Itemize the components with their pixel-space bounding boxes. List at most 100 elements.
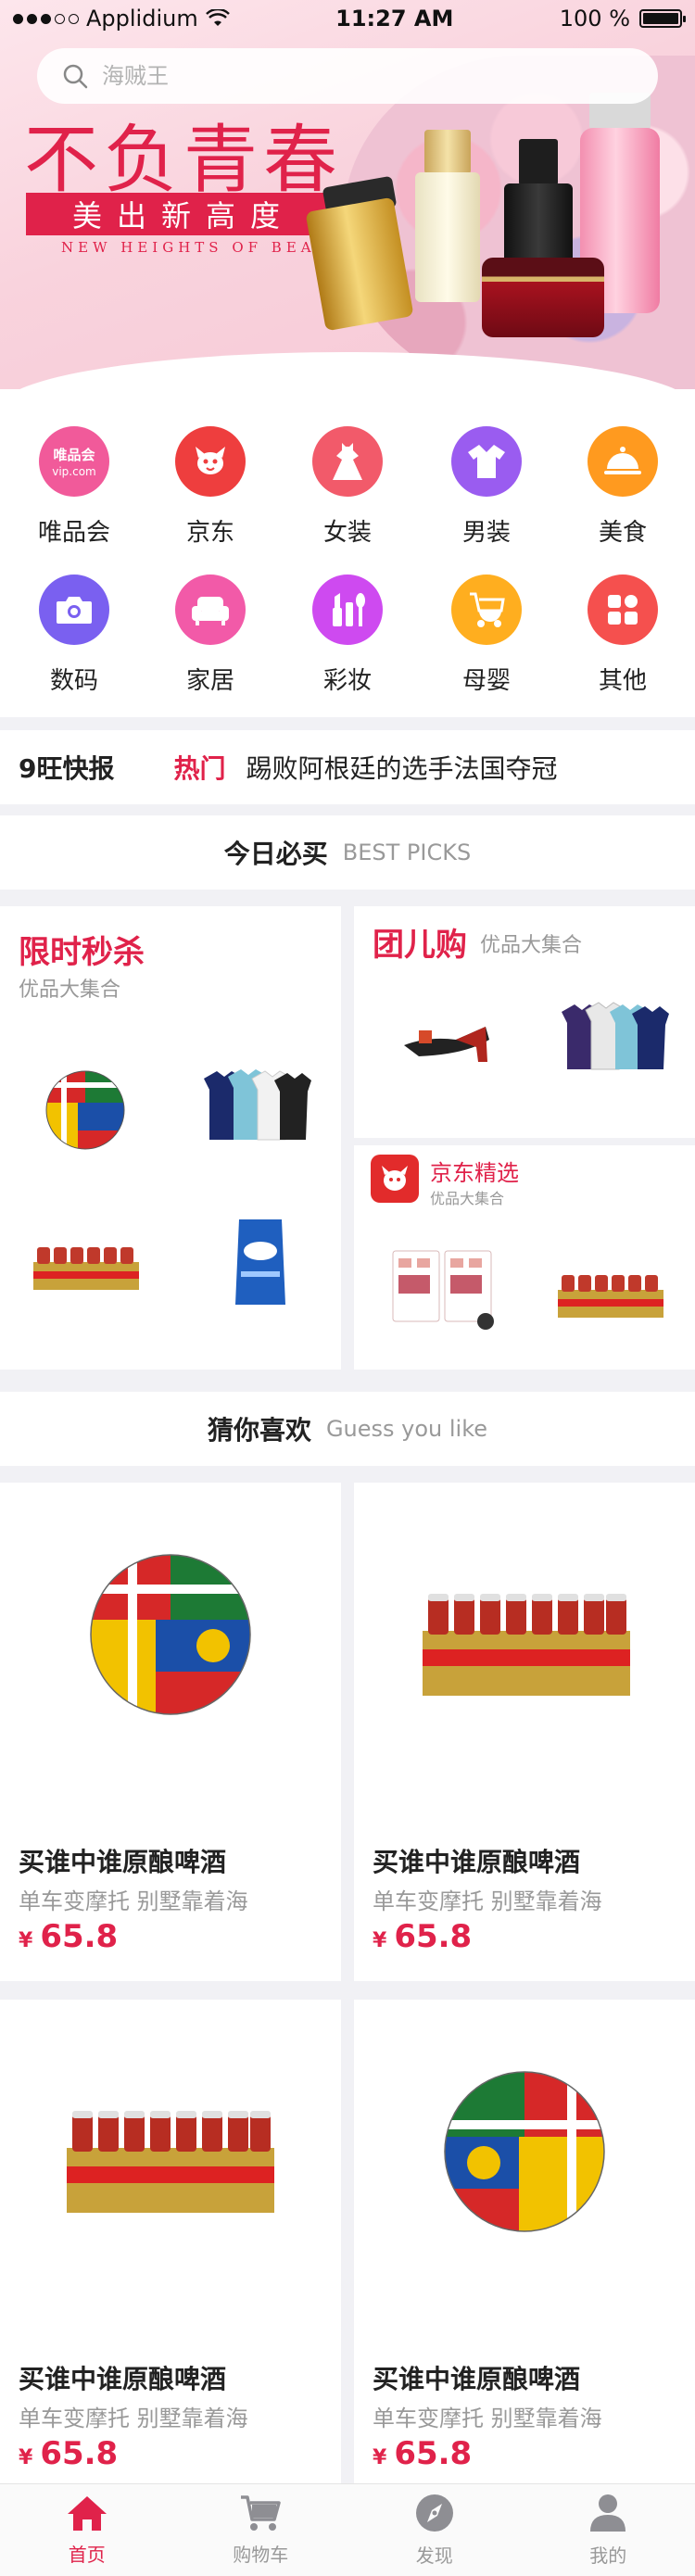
beer-case-image bbox=[558, 1275, 663, 1318]
category-label: 母婴 bbox=[461, 667, 511, 695]
product-card[interactable]: 买谁中谁原酿啤酒 单车变摩托 别墅靠着海 ¥ 65.8 bbox=[354, 1483, 695, 1981]
shirt-icon bbox=[451, 426, 522, 497]
beer-case-image bbox=[423, 1594, 630, 1696]
currency-symbol: ¥ bbox=[373, 2446, 387, 2469]
product-name: 买谁中谁原酿啤酒 bbox=[373, 2364, 581, 2394]
tab-profile[interactable]: 我的 bbox=[522, 2484, 695, 2576]
soccer-ball-image bbox=[90, 1554, 251, 1715]
category-jd[interactable]: 京东 bbox=[141, 426, 280, 548]
grid-icon bbox=[588, 575, 658, 645]
search-input[interactable] bbox=[102, 63, 621, 89]
group-buy-subtitle: 优品大集合 bbox=[480, 934, 583, 957]
product-name: 买谁中谁原酿啤酒 bbox=[19, 2364, 227, 2394]
category-food[interactable]: 美食 bbox=[553, 426, 692, 548]
news-ticker[interactable]: 9旺快报 热门 踢败阿根廷的选手法国夺冠 bbox=[0, 730, 695, 804]
soccer-ball-image bbox=[444, 2071, 605, 2232]
category-vipshop[interactable]: 唯品会 vip.com 唯品会 bbox=[5, 426, 144, 548]
stroller-icon bbox=[451, 575, 522, 645]
product-card[interactable]: 买谁中谁原酿啤酒 单车变摩托 别墅靠着海 ¥ 65.8 bbox=[0, 2000, 341, 2498]
search-icon bbox=[63, 64, 88, 89]
tab-label: 首页 bbox=[68, 2544, 106, 2566]
svg-text:vip.com: vip.com bbox=[52, 465, 96, 478]
category-womens-wear[interactable]: 女装 bbox=[278, 426, 417, 548]
product-price: ¥ 65.8 bbox=[373, 2435, 472, 2472]
currency-symbol: ¥ bbox=[19, 2446, 33, 2469]
best-picks-header: 今日必买 BEST PICKS bbox=[0, 815, 695, 890]
product-name: 买谁中谁原酿啤酒 bbox=[373, 1847, 581, 1877]
milk-powder-image bbox=[235, 1219, 285, 1305]
bottom-tab-bar: 首页 购物车 发现 我的 bbox=[0, 2483, 695, 2576]
cart-icon bbox=[241, 2495, 281, 2531]
tab-discover[interactable]: 发现 bbox=[348, 2484, 522, 2576]
camera-icon bbox=[39, 575, 109, 645]
battery-icon bbox=[639, 9, 686, 28]
news-hot-tag: 热门 bbox=[173, 753, 226, 784]
signal-icon bbox=[13, 13, 79, 24]
makeup-icon bbox=[312, 575, 383, 645]
category-label: 其他 bbox=[598, 667, 647, 695]
jd-dog-icon bbox=[175, 426, 246, 497]
hero-banner[interactable]: Applidium 11:27 AM 100 % 不负青春 美出新高度 NEW … bbox=[0, 0, 695, 389]
product-name: 买谁中谁原酿啤酒 bbox=[19, 1847, 227, 1877]
sandals-image bbox=[404, 1027, 489, 1062]
price-value: 65.8 bbox=[40, 1918, 119, 1955]
status-time: 11:27 AM bbox=[335, 6, 454, 32]
category-mens-wear[interactable]: 男装 bbox=[417, 426, 556, 548]
jerseys-image bbox=[562, 1002, 669, 1070]
price-value: 65.8 bbox=[394, 2435, 473, 2472]
product-card[interactable]: 买谁中谁原酿啤酒 单车变摩托 别墅靠着海 ¥ 65.8 bbox=[354, 2000, 695, 2498]
tab-label: 发现 bbox=[415, 2544, 453, 2567]
tab-cart[interactable]: 购物车 bbox=[174, 2484, 348, 2576]
price-value: 65.8 bbox=[40, 2435, 119, 2472]
section-subtitle: Guess you like bbox=[325, 1416, 488, 1442]
tab-label: 购物车 bbox=[233, 2544, 289, 2566]
news-headline[interactable]: 踢败阿根廷的选手法国夺冠 bbox=[246, 749, 558, 786]
soccer-ball-image bbox=[45, 1070, 125, 1150]
flash-sale-card[interactable]: 限时秒杀 优品大集合 bbox=[0, 906, 341, 1370]
jd-selection-subtitle: 优品大集合 bbox=[430, 1190, 505, 1207]
product-price: ¥ 65.8 bbox=[19, 2435, 118, 2472]
group-buy-card[interactable]: 团儿购 优品大集合 bbox=[354, 906, 695, 1138]
guess-you-like-header: 猜你喜欢 Guess you like bbox=[0, 1392, 695, 1466]
product-card[interactable]: 买谁中谁原酿啤酒 单车变摩托 别墅靠着海 ¥ 65.8 bbox=[0, 1483, 341, 1981]
jd-selection-title: 京东精选 bbox=[430, 1160, 519, 1186]
category-mother-baby[interactable]: 母婴 bbox=[417, 575, 556, 696]
category-home[interactable]: 家居 bbox=[141, 575, 280, 696]
category-makeup[interactable]: 彩妆 bbox=[278, 575, 417, 696]
category-label: 美食 bbox=[598, 519, 647, 547]
makeup-palette-image bbox=[392, 1250, 494, 1330]
flash-sale-title: 限时秒杀 bbox=[19, 934, 145, 971]
sofa-icon bbox=[175, 575, 246, 645]
home-icon bbox=[67, 2496, 107, 2531]
product-description: 单车变摩托 别墅靠着海 bbox=[373, 1888, 602, 1914]
compass-icon bbox=[415, 2494, 453, 2532]
tab-home[interactable]: 首页 bbox=[0, 2484, 174, 2576]
jerseys-image bbox=[204, 1069, 311, 1141]
food-cloche-icon bbox=[588, 426, 658, 497]
person-icon bbox=[590, 2494, 626, 2532]
jd-dog-icon bbox=[371, 1155, 419, 1203]
category-label: 彩妆 bbox=[322, 667, 372, 695]
product-description: 单车变摩托 别墅靠着海 bbox=[373, 2406, 602, 2431]
carrier-name: Applidium bbox=[86, 6, 198, 32]
search-bar[interactable] bbox=[37, 48, 658, 104]
category-label: 女装 bbox=[322, 519, 372, 547]
banner-slogan: 美出新高度 bbox=[26, 193, 341, 235]
vipshop-logo-icon: 唯品会 vip.com bbox=[39, 426, 109, 497]
product-price: ¥ 65.8 bbox=[373, 1918, 472, 1955]
section-title: 猜你喜欢 bbox=[207, 1415, 311, 1446]
flash-sale-subtitle: 优品大集合 bbox=[19, 979, 121, 1002]
category-label: 数码 bbox=[49, 667, 98, 695]
group-buy-title: 团儿购 bbox=[373, 927, 467, 964]
news-brand: 9旺快报 bbox=[19, 753, 115, 784]
tab-label: 我的 bbox=[589, 2544, 627, 2567]
section-title: 今日必买 bbox=[223, 839, 328, 869]
section-subtitle: BEST PICKS bbox=[342, 840, 472, 865]
currency-symbol: ¥ bbox=[19, 1929, 33, 1952]
category-digital[interactable]: 数码 bbox=[5, 575, 144, 696]
price-value: 65.8 bbox=[394, 1918, 473, 1955]
wifi-icon bbox=[205, 9, 230, 26]
cream-jar bbox=[482, 258, 604, 337]
jd-selection-card[interactable]: 京东精选 优品大集合 bbox=[354, 1145, 695, 1370]
category-other[interactable]: 其他 bbox=[553, 575, 692, 696]
